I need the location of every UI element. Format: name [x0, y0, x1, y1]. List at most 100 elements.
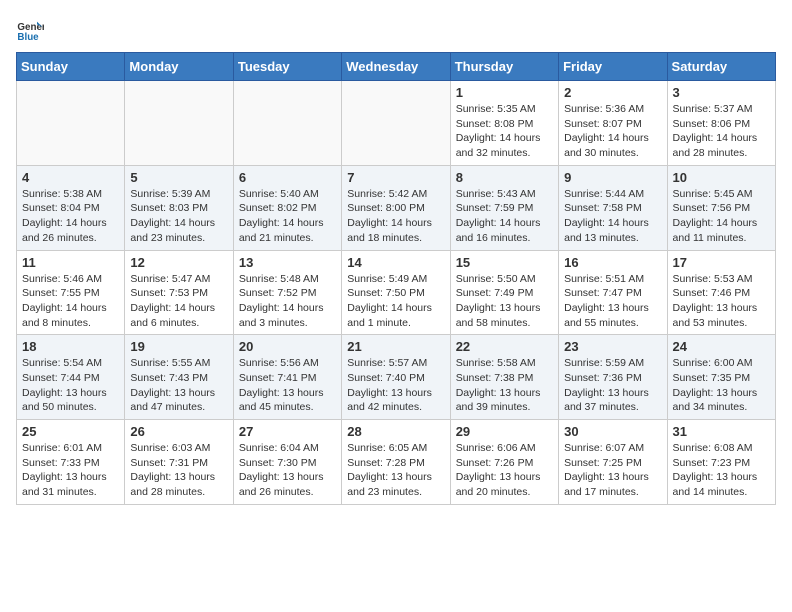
calendar-cell: 31Sunrise: 6:08 AM Sunset: 7:23 PM Dayli… — [667, 420, 775, 505]
day-number: 21 — [347, 339, 444, 354]
header-wednesday: Wednesday — [342, 53, 450, 81]
calendar-cell: 9 Sunrise: 5:44 AM Sunset: 7:58 PM Daylig… — [559, 165, 667, 250]
week-row-5: 25 Sunrise: 6:01 AM Sunset: 7:33 PM Dayli… — [17, 420, 776, 505]
day-number: 4 — [22, 170, 119, 185]
header-tuesday: Tuesday — [233, 53, 341, 81]
day-number: 16 — [564, 255, 661, 270]
day-number: 1 — [456, 85, 553, 100]
day-info: Sunrise: 5:38 AM Sunset: 8:04 PM Dayligh… — [22, 187, 119, 246]
day-info: Sunrise: 5:35 AM Sunset: 8:08 PM Dayligh… — [456, 102, 553, 161]
day-info: Sunrise: 5:39 AM Sunset: 8:03 PM Dayligh… — [130, 187, 227, 246]
calendar-cell: 22 Sunrise: 5:58 AM Sunset: 7:38 PM Dayli… — [450, 335, 558, 420]
day-number: 15 — [456, 255, 553, 270]
calendar-cell: 17 Sunrise: 5:53 AM Sunset: 7:46 PM Dayli… — [667, 250, 775, 335]
day-info: Sunrise: 5:57 AM Sunset: 7:40 PM Dayligh… — [347, 356, 444, 415]
day-number: 3 — [673, 85, 770, 100]
week-row-3: 11 Sunrise: 5:46 AM Sunset: 7:55 PM Dayli… — [17, 250, 776, 335]
calendar-cell: 6 Sunrise: 5:40 AM Sunset: 8:02 PM Daylig… — [233, 165, 341, 250]
calendar-cell: 14 Sunrise: 5:49 AM Sunset: 7:50 PM Dayli… — [342, 250, 450, 335]
day-info: Sunrise: 5:43 AM Sunset: 7:59 PM Dayligh… — [456, 187, 553, 246]
calendar-cell: 26Sunrise: 6:03 AM Sunset: 7:31 PM Dayli… — [125, 420, 233, 505]
day-number: 22 — [456, 339, 553, 354]
day-info: Sunrise: 6:04 AM Sunset: 7:30 PM Dayligh… — [239, 441, 336, 500]
calendar-cell — [342, 81, 450, 166]
day-info: Sunrise: 6:01 AM Sunset: 7:33 PM Dayligh… — [22, 441, 119, 500]
calendar-cell: 18 Sunrise: 5:54 AM Sunset: 7:44 PM Dayli… — [17, 335, 125, 420]
calendar-cell: 19Sunrise: 5:55 AM Sunset: 7:43 PM Dayli… — [125, 335, 233, 420]
day-info: Sunrise: 5:54 AM Sunset: 7:44 PM Dayligh… — [22, 356, 119, 415]
day-info: Sunrise: 5:59 AM Sunset: 7:36 PM Dayligh… — [564, 356, 661, 415]
header-friday: Friday — [559, 53, 667, 81]
day-number: 7 — [347, 170, 444, 185]
day-info: Sunrise: 5:45 AM Sunset: 7:56 PM Dayligh… — [673, 187, 770, 246]
day-info: Sunrise: 5:48 AM Sunset: 7:52 PM Dayligh… — [239, 272, 336, 331]
calendar-cell: 13Sunrise: 5:48 AM Sunset: 7:52 PM Dayli… — [233, 250, 341, 335]
day-number: 10 — [673, 170, 770, 185]
day-info: Sunrise: 5:58 AM Sunset: 7:38 PM Dayligh… — [456, 356, 553, 415]
calendar-cell: 21 Sunrise: 5:57 AM Sunset: 7:40 PM Dayli… — [342, 335, 450, 420]
calendar-cell: 16 Sunrise: 5:51 AM Sunset: 7:47 PM Dayli… — [559, 250, 667, 335]
calendar-cell: 28Sunrise: 6:05 AM Sunset: 7:28 PM Dayli… — [342, 420, 450, 505]
day-number: 5 — [130, 170, 227, 185]
day-number: 19 — [130, 339, 227, 354]
calendar-cell — [17, 81, 125, 166]
day-number: 12 — [130, 255, 227, 270]
calendar-cell — [125, 81, 233, 166]
day-info: Sunrise: 5:46 AM Sunset: 7:55 PM Dayligh… — [22, 272, 119, 331]
calendar-cell: 30Sunrise: 6:07 AM Sunset: 7:25 PM Dayli… — [559, 420, 667, 505]
logo-icon: General Blue — [16, 16, 44, 44]
week-row-1: 1 Sunrise: 5:35 AM Sunset: 8:08 PM Daylig… — [17, 81, 776, 166]
day-number: 18 — [22, 339, 119, 354]
calendar-cell: 8Sunrise: 5:43 AM Sunset: 7:59 PM Daylig… — [450, 165, 558, 250]
day-info: Sunrise: 5:49 AM Sunset: 7:50 PM Dayligh… — [347, 272, 444, 331]
calendar-cell: 10 Sunrise: 5:45 AM Sunset: 7:56 PM Dayli… — [667, 165, 775, 250]
day-info: Sunrise: 6:03 AM Sunset: 7:31 PM Dayligh… — [130, 441, 227, 500]
header-monday: Monday — [125, 53, 233, 81]
day-info: Sunrise: 5:40 AM Sunset: 8:02 PM Dayligh… — [239, 187, 336, 246]
day-number: 9 — [564, 170, 661, 185]
calendar-cell: 3 Sunrise: 5:37 AM Sunset: 8:06 PM Daylig… — [667, 81, 775, 166]
calendar-cell: 20 Sunrise: 5:56 AM Sunset: 7:41 PM Dayli… — [233, 335, 341, 420]
day-number: 2 — [564, 85, 661, 100]
day-info: Sunrise: 5:51 AM Sunset: 7:47 PM Dayligh… — [564, 272, 661, 331]
calendar-cell: 5 Sunrise: 5:39 AM Sunset: 8:03 PM Daylig… — [125, 165, 233, 250]
day-number: 28 — [347, 424, 444, 439]
calendar-cell: 7 Sunrise: 5:42 AM Sunset: 8:00 PM Daylig… — [342, 165, 450, 250]
calendar-cell: 2 Sunrise: 5:36 AM Sunset: 8:07 PM Daylig… — [559, 81, 667, 166]
day-info: Sunrise: 5:56 AM Sunset: 7:41 PM Dayligh… — [239, 356, 336, 415]
day-info: Sunrise: 5:36 AM Sunset: 8:07 PM Dayligh… — [564, 102, 661, 161]
day-number: 20 — [239, 339, 336, 354]
calendar-cell: 4 Sunrise: 5:38 AM Sunset: 8:04 PM Daylig… — [17, 165, 125, 250]
day-number: 30 — [564, 424, 661, 439]
calendar-cell: 15Sunrise: 5:50 AM Sunset: 7:49 PM Dayli… — [450, 250, 558, 335]
day-info: Sunrise: 5:53 AM Sunset: 7:46 PM Dayligh… — [673, 272, 770, 331]
day-number: 24 — [673, 339, 770, 354]
page-header: General Blue — [16, 16, 776, 44]
calendar-cell: 24Sunrise: 6:00 AM Sunset: 7:35 PM Dayli… — [667, 335, 775, 420]
day-number: 17 — [673, 255, 770, 270]
day-number: 11 — [22, 255, 119, 270]
calendar-cell: 12 Sunrise: 5:47 AM Sunset: 7:53 PM Dayli… — [125, 250, 233, 335]
day-info: Sunrise: 6:08 AM Sunset: 7:23 PM Dayligh… — [673, 441, 770, 500]
calendar-cell: 25 Sunrise: 6:01 AM Sunset: 7:33 PM Dayli… — [17, 420, 125, 505]
header-saturday: Saturday — [667, 53, 775, 81]
calendar-cell: 29 Sunrise: 6:06 AM Sunset: 7:26 PM Dayli… — [450, 420, 558, 505]
day-info: Sunrise: 5:47 AM Sunset: 7:53 PM Dayligh… — [130, 272, 227, 331]
week-row-4: 18 Sunrise: 5:54 AM Sunset: 7:44 PM Dayli… — [17, 335, 776, 420]
calendar-table: SundayMondayTuesdayWednesdayThursdayFrid… — [16, 52, 776, 505]
header-thursday: Thursday — [450, 53, 558, 81]
svg-text:Blue: Blue — [17, 32, 39, 43]
day-info: Sunrise: 5:44 AM Sunset: 7:58 PM Dayligh… — [564, 187, 661, 246]
day-number: 25 — [22, 424, 119, 439]
day-info: Sunrise: 5:42 AM Sunset: 8:00 PM Dayligh… — [347, 187, 444, 246]
day-number: 6 — [239, 170, 336, 185]
day-info: Sunrise: 6:06 AM Sunset: 7:26 PM Dayligh… — [456, 441, 553, 500]
day-info: Sunrise: 5:37 AM Sunset: 8:06 PM Dayligh… — [673, 102, 770, 161]
day-number: 29 — [456, 424, 553, 439]
calendar-header-row: SundayMondayTuesdayWednesdayThursdayFrid… — [17, 53, 776, 81]
calendar-cell: 23 Sunrise: 5:59 AM Sunset: 7:36 PM Dayli… — [559, 335, 667, 420]
day-number: 14 — [347, 255, 444, 270]
calendar-cell: 27Sunrise: 6:04 AM Sunset: 7:30 PM Dayli… — [233, 420, 341, 505]
day-number: 23 — [564, 339, 661, 354]
logo: General Blue — [16, 16, 48, 44]
